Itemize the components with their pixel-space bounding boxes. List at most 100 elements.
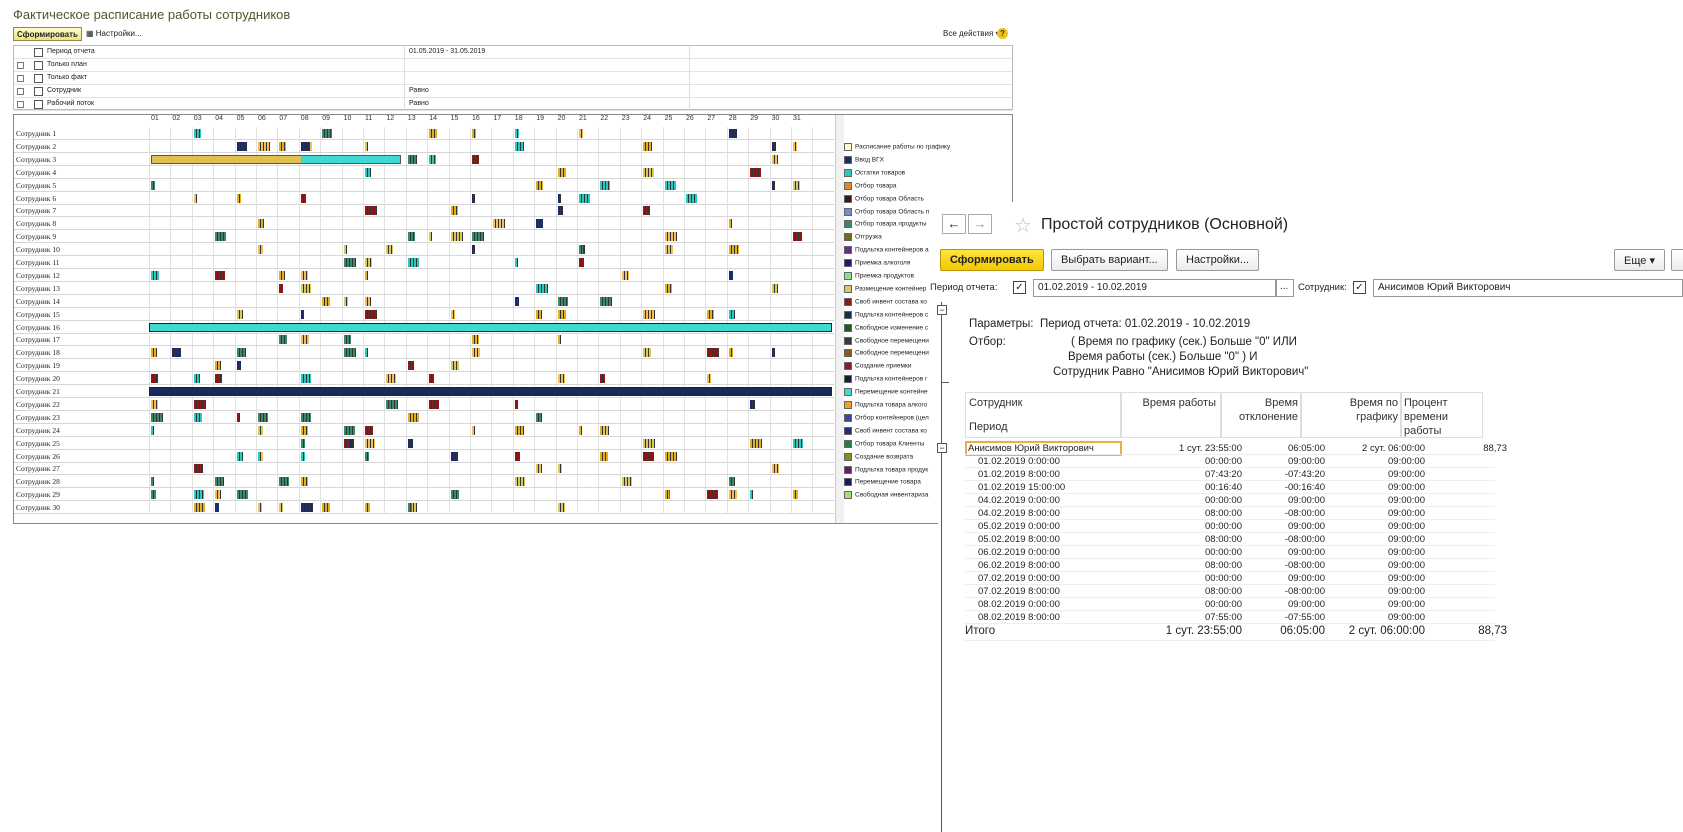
schedule-bar[interactable] bbox=[728, 490, 737, 500]
schedule-bar[interactable] bbox=[600, 180, 611, 190]
employee-row[interactable]: Сотрудник 25 bbox=[14, 436, 834, 450]
form-report-button[interactable]: Сформировать bbox=[940, 249, 1044, 271]
report-row[interactable]: 07.02.2019 8:00:00 08:00:00 -08:00:00 09:00… bbox=[965, 586, 1495, 598]
schedule-bar[interactable] bbox=[664, 283, 672, 293]
schedule-bar[interactable] bbox=[450, 232, 463, 242]
param-row[interactable]: Только факт bbox=[14, 72, 1012, 85]
schedule-bar[interactable] bbox=[472, 348, 480, 358]
schedule-bar[interactable] bbox=[707, 309, 715, 319]
schedule-bar[interactable] bbox=[600, 425, 604, 435]
schedule-bar[interactable] bbox=[193, 464, 203, 474]
schedule-bar[interactable] bbox=[151, 180, 155, 190]
schedule-bar[interactable] bbox=[151, 490, 156, 500]
schedule-bar[interactable] bbox=[236, 309, 243, 319]
schedule-bar[interactable] bbox=[621, 477, 632, 487]
schedule-bar[interactable] bbox=[151, 477, 154, 487]
schedule-bar[interactable] bbox=[429, 232, 433, 242]
schedule-bar[interactable] bbox=[236, 412, 240, 422]
param-checkbox[interactable] bbox=[17, 88, 24, 95]
schedule-bar[interactable] bbox=[557, 167, 566, 177]
schedule-bar[interactable] bbox=[514, 451, 520, 461]
schedule-bar[interactable] bbox=[771, 180, 775, 190]
schedule-bar[interactable] bbox=[343, 258, 356, 267]
schedule-bar[interactable] bbox=[343, 438, 350, 448]
schedule-bar[interactable] bbox=[750, 167, 762, 177]
employee-row[interactable]: Сотрудник 6 bbox=[14, 191, 834, 205]
schedule-bar[interactable] bbox=[514, 141, 524, 151]
employee-row[interactable]: Сотрудник 12 bbox=[14, 268, 834, 282]
employee-row[interactable]: Сотрудник 29 bbox=[14, 488, 834, 502]
schedule-bar[interactable] bbox=[236, 193, 241, 203]
schedule-bar[interactable] bbox=[793, 438, 803, 448]
schedule-bar[interactable] bbox=[728, 245, 739, 255]
schedule-bar[interactable] bbox=[300, 309, 304, 319]
schedule-bar[interactable] bbox=[493, 219, 506, 229]
report-row[interactable]: 08.02.2019 0:00:00 00:00:00 09:00:00 09:00:… bbox=[965, 599, 1495, 611]
schedule-bar[interactable] bbox=[643, 451, 655, 461]
period-checkbox[interactable]: ✓ bbox=[1013, 281, 1026, 294]
schedule-bar[interactable] bbox=[300, 451, 305, 461]
schedule-bar[interactable] bbox=[557, 206, 563, 216]
schedule-bar[interactable] bbox=[600, 374, 606, 384]
employee-row[interactable]: Сотрудник 26 bbox=[14, 449, 834, 463]
schedule-bar[interactable] bbox=[258, 219, 264, 229]
schedule-bar[interactable] bbox=[279, 477, 290, 487]
settings-button[interactable]: ▦ Настройки... bbox=[83, 27, 145, 40]
employee-row[interactable]: Сотрудник 20 bbox=[14, 372, 834, 386]
report-row[interactable]: 01.02.2019 15:00:00 00:16:40 -00:16:40 09:0… bbox=[965, 482, 1495, 494]
employee-row[interactable]: Сотрудник 24 bbox=[14, 423, 834, 437]
schedule-bar[interactable] bbox=[579, 129, 583, 138]
schedule-bar[interactable] bbox=[258, 503, 262, 513]
schedule-bar[interactable] bbox=[707, 490, 719, 500]
schedule-bar[interactable] bbox=[750, 490, 754, 500]
extra-button[interactable] bbox=[1671, 249, 1683, 271]
param-value[interactable]: Равно bbox=[409, 100, 429, 107]
schedule-bar[interactable] bbox=[514, 129, 519, 138]
schedule-bar[interactable] bbox=[664, 232, 677, 242]
schedule-bar[interactable] bbox=[664, 451, 677, 461]
schedule-bar[interactable] bbox=[386, 399, 399, 409]
report-row[interactable]: 05.02.2019 0:00:00 00:00:00 09:00:00 09:00:… bbox=[965, 521, 1495, 533]
schedule-bar[interactable] bbox=[193, 490, 204, 500]
schedule-bar[interactable] bbox=[300, 374, 311, 384]
schedule-bar[interactable] bbox=[365, 141, 368, 151]
param-row[interactable]: Сотрудник Равно bbox=[14, 85, 1012, 98]
schedule-bar[interactable] bbox=[151, 374, 158, 384]
schedule-bar[interactable] bbox=[151, 425, 154, 435]
schedule-bar[interactable] bbox=[771, 141, 776, 151]
schedule-bar[interactable] bbox=[707, 374, 712, 384]
employee-row[interactable]: Сотрудник 22 bbox=[14, 397, 834, 411]
report-settings-button[interactable]: Настройки... bbox=[1176, 249, 1260, 271]
schedule-bar[interactable] bbox=[536, 464, 543, 474]
schedule-bar[interactable] bbox=[300, 503, 313, 513]
schedule-bar[interactable] bbox=[536, 412, 543, 422]
schedule-bar[interactable] bbox=[236, 348, 246, 358]
schedule-bar[interactable] bbox=[365, 425, 373, 435]
schedule-bar[interactable] bbox=[557, 503, 565, 513]
group-row[interactable]: Анисимов Юрий Викторович 1 сут. 23:55:00… bbox=[965, 443, 1507, 455]
period-input[interactable]: 01.02.2019 - 10.02.2019 bbox=[1033, 279, 1276, 297]
schedule-bar[interactable] bbox=[193, 193, 197, 203]
more-button[interactable]: Еще ▾ bbox=[1614, 249, 1665, 271]
schedule-bar[interactable] bbox=[365, 258, 372, 267]
schedule-bar[interactable] bbox=[557, 309, 566, 319]
report-row[interactable]: 05.02.2019 8:00:00 08:00:00 -08:00:00 09:00… bbox=[965, 534, 1495, 546]
schedule-bar[interactable] bbox=[300, 270, 308, 280]
param-checkbox[interactable] bbox=[17, 75, 24, 82]
schedule-bar[interactable] bbox=[407, 361, 414, 371]
employee-checkbox[interactable]: ✓ bbox=[1353, 281, 1366, 294]
schedule-bar[interactable] bbox=[365, 167, 371, 177]
employee-row[interactable]: Сотрудник 21 bbox=[14, 385, 834, 398]
schedule-bar[interactable] bbox=[579, 193, 590, 203]
schedule-bar[interactable] bbox=[407, 232, 415, 242]
schedule-bar[interactable] bbox=[514, 425, 524, 435]
collapse-group-icon[interactable]: − bbox=[937, 443, 947, 453]
schedule-bar[interactable] bbox=[193, 503, 205, 513]
schedule-bar[interactable] bbox=[514, 296, 519, 306]
schedule-bar[interactable] bbox=[343, 245, 347, 255]
schedule-bar[interactable] bbox=[300, 283, 310, 293]
collapse-params-icon[interactable]: − bbox=[937, 305, 947, 315]
schedule-bar[interactable] bbox=[279, 270, 286, 280]
schedule-bar[interactable] bbox=[386, 374, 397, 384]
employee-row[interactable]: Сотрудник 4 bbox=[14, 165, 834, 179]
